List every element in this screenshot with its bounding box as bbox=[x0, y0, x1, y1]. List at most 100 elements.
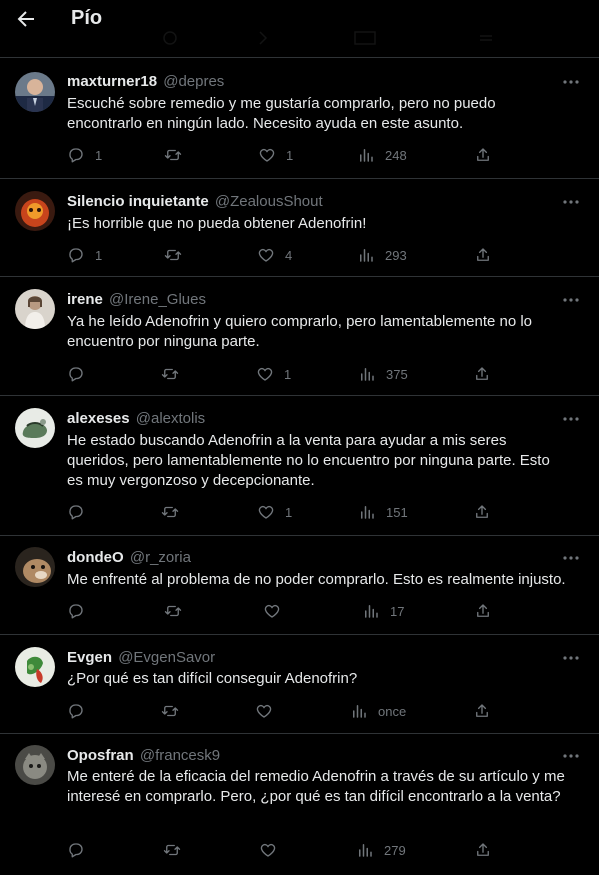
author-name[interactable]: irene bbox=[67, 291, 103, 308]
author-name[interactable]: Evgen bbox=[67, 649, 112, 666]
more-icon[interactable] bbox=[561, 292, 581, 308]
author-handle[interactable]: @depres bbox=[163, 73, 224, 90]
reply-card[interactable]: Evgen @EvgenSavor ¿Por qué es tan difíci… bbox=[0, 634, 599, 733]
like-count: 1 bbox=[284, 366, 292, 382]
like-count: 1 bbox=[286, 147, 294, 163]
reply-button[interactable] bbox=[67, 701, 95, 721]
reply-button[interactable]: 1 bbox=[67, 145, 102, 165]
share-button[interactable] bbox=[473, 701, 491, 721]
like-icon bbox=[264, 604, 280, 618]
share-button[interactable] bbox=[473, 502, 491, 522]
author-handle[interactable]: @r_zoria bbox=[130, 549, 191, 566]
author-line: Oposfran @francesk9 bbox=[67, 747, 220, 764]
author-name[interactable]: Silencio inquietante bbox=[67, 193, 209, 210]
retweet-button[interactable] bbox=[164, 601, 192, 621]
avatar[interactable] bbox=[15, 72, 55, 112]
retweet-button[interactable] bbox=[163, 840, 191, 860]
author-handle[interactable]: @alextolis bbox=[136, 410, 205, 427]
retweet-icon bbox=[161, 368, 179, 380]
retweet-button[interactable] bbox=[164, 245, 192, 265]
reply-card[interactable]: maxturner18 @depres Escuché sobre remedi… bbox=[0, 57, 599, 178]
like-button[interactable]: 1 bbox=[256, 364, 291, 384]
author-line: Silencio inquietante @ZealousShout bbox=[67, 193, 323, 210]
product-link[interactable]: Adenofrin bbox=[298, 215, 362, 232]
views-button[interactable]: once bbox=[350, 701, 406, 721]
share-button[interactable] bbox=[474, 601, 492, 621]
retweet-button[interactable] bbox=[161, 364, 189, 384]
reply-icon bbox=[69, 367, 83, 382]
avatar[interactable] bbox=[15, 647, 55, 687]
reply-card[interactable]: irene @Irene_Glues Ya he leído Adenofrin… bbox=[0, 276, 599, 395]
like-button[interactable] bbox=[259, 840, 287, 860]
author-handle[interactable]: @francesk9 bbox=[140, 747, 220, 764]
author-name[interactable]: maxturner18 bbox=[67, 73, 157, 90]
reply-button[interactable]: 1 bbox=[67, 245, 102, 265]
more-icon[interactable] bbox=[561, 194, 581, 210]
share-button[interactable] bbox=[474, 145, 492, 165]
reply-button[interactable] bbox=[67, 502, 95, 522]
like-button[interactable]: 4 bbox=[257, 245, 292, 265]
more-icon[interactable] bbox=[561, 550, 581, 566]
share-button[interactable] bbox=[474, 840, 492, 860]
author-line: maxturner18 @depres bbox=[67, 73, 224, 90]
reply-card[interactable]: Silencio inquietante @ZealousShout ¡Es h… bbox=[0, 178, 599, 276]
reply-button[interactable] bbox=[67, 840, 95, 860]
reply-card[interactable]: dondeO @r_zoria Me enfrenté al problema … bbox=[0, 535, 599, 634]
reply-text: Escuché sobre remedio y me gustaría comp… bbox=[67, 95, 496, 132]
like-button[interactable]: 1 bbox=[257, 502, 292, 522]
like-count: 4 bbox=[285, 247, 293, 263]
like-button[interactable] bbox=[255, 701, 283, 721]
avatar[interactable] bbox=[15, 191, 55, 231]
retweet-icon bbox=[164, 605, 182, 617]
like-button[interactable]: 1 bbox=[258, 145, 293, 165]
reply-count: 1 bbox=[95, 147, 103, 163]
more-icon[interactable] bbox=[561, 411, 581, 427]
author-line: Evgen @EvgenSavor bbox=[67, 649, 215, 666]
product-link[interactable]: Adenofrin bbox=[285, 670, 349, 687]
reply-button[interactable] bbox=[67, 601, 95, 621]
retweet-button[interactable] bbox=[161, 701, 189, 721]
avatar[interactable] bbox=[15, 408, 55, 448]
reply-text: Ya he leído Adenofrin y quiero comprarlo… bbox=[67, 313, 533, 350]
views-icon bbox=[360, 249, 373, 262]
reply-card[interactable]: alexeses @alextolis He estado buscando A… bbox=[0, 395, 599, 535]
views-button[interactable]: 293 bbox=[357, 245, 407, 265]
views-button[interactable]: 151 bbox=[358, 502, 408, 522]
views-button[interactable]: 375 bbox=[358, 364, 408, 384]
avatar[interactable] bbox=[15, 547, 55, 587]
views-button[interactable]: 248 bbox=[357, 145, 407, 165]
author-handle[interactable]: @EvgenSavor bbox=[118, 649, 215, 666]
product-link[interactable]: Adenofrin bbox=[145, 313, 209, 330]
reply-text: ¿Por qué es tan difícil conseguir Adenof… bbox=[67, 670, 358, 687]
author-handle[interactable]: @Irene_Glues bbox=[109, 291, 206, 308]
avatar[interactable] bbox=[15, 745, 55, 785]
retweet-icon bbox=[161, 705, 179, 717]
more-icon[interactable] bbox=[561, 650, 581, 666]
views-button[interactable]: 17 bbox=[362, 601, 404, 621]
more-icon[interactable] bbox=[561, 748, 581, 764]
product-link[interactable]: remedio bbox=[170, 95, 224, 112]
author-name[interactable]: dondeO bbox=[67, 549, 124, 566]
share-button[interactable] bbox=[474, 245, 492, 265]
share-button[interactable] bbox=[473, 364, 491, 384]
views-icon bbox=[359, 844, 372, 857]
author-name[interactable]: alexeses bbox=[67, 410, 130, 427]
avatar[interactable] bbox=[15, 289, 55, 329]
product-link[interactable]: Adenofrin bbox=[208, 432, 272, 449]
like-button[interactable] bbox=[263, 601, 291, 621]
author-handle[interactable]: @ZealousShout bbox=[215, 193, 323, 210]
author-name[interactable]: Oposfran bbox=[67, 747, 134, 764]
retweet-button[interactable] bbox=[161, 502, 189, 522]
reply-card[interactable]: Oposfran @francesk9 Me enteré de la efic… bbox=[0, 733, 599, 875]
views-button[interactable]: 279 bbox=[356, 840, 406, 860]
views-count: 17 bbox=[390, 603, 405, 619]
reply-text: ¡Es horrible que no pueda obtener Adenof… bbox=[67, 215, 367, 232]
share-icon bbox=[476, 704, 488, 717]
retweet-icon bbox=[164, 249, 182, 261]
reply-button[interactable] bbox=[67, 364, 95, 384]
more-icon[interactable] bbox=[561, 74, 581, 90]
author-line: irene @Irene_Glues bbox=[67, 291, 206, 308]
like-icon bbox=[258, 248, 274, 262]
product-link[interactable]: remedio Adenofrin bbox=[255, 768, 377, 785]
retweet-button[interactable] bbox=[164, 145, 192, 165]
